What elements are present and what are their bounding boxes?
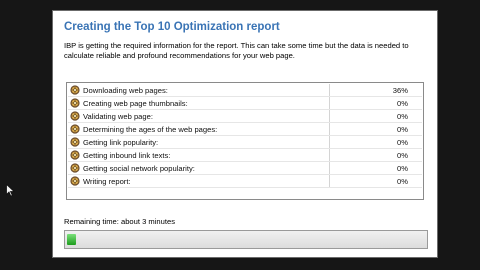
task-row: Validating web page: 0% (68, 110, 422, 123)
gear-icon (70, 124, 80, 134)
remaining-time-label: Remaining time: about 3 minutes (64, 217, 176, 226)
mouse-pointer-icon (6, 184, 15, 197)
task-label: Creating web page thumbnails: (83, 99, 188, 108)
task-row: Downloading web pages: 36% (68, 84, 422, 97)
progress-bar-fill (67, 234, 76, 245)
task-label: Getting link popularity: (83, 138, 159, 147)
column-divider (329, 136, 330, 148)
overall-progress-bar (64, 230, 428, 249)
gear-icon (70, 85, 80, 95)
column-divider (329, 149, 330, 161)
task-percent: 0% (397, 164, 408, 173)
task-label: Validating web page: (83, 112, 153, 121)
gear-icon (70, 150, 80, 160)
gear-icon (70, 111, 80, 121)
column-divider (329, 162, 330, 174)
task-percent: 36% (392, 86, 408, 95)
task-row: Creating web page thumbnails: 0% (68, 97, 422, 110)
task-percent: 0% (397, 99, 408, 108)
task-row: Getting inbound link texts: 0% (68, 149, 422, 162)
dialog-description: IBP is getting the required information … (64, 41, 409, 60)
column-divider (329, 97, 330, 109)
task-row: Determining the ages of the web pages: 0… (68, 123, 422, 136)
dialog-title: Creating the Top 10 Optimization report (64, 21, 280, 33)
task-row: Getting social network popularity: 0% (68, 162, 422, 175)
report-progress-dialog: Creating the Top 10 Optimization report … (52, 10, 438, 258)
column-divider (329, 175, 330, 187)
task-percent: 0% (397, 125, 408, 134)
task-row: Getting link popularity: 0% (68, 136, 422, 149)
task-label: Downloading web pages: (83, 86, 168, 95)
task-percent: 0% (397, 151, 408, 160)
task-label: Writing report: (83, 177, 131, 186)
column-divider (329, 84, 330, 96)
task-list: Downloading web pages: 36% Creating web … (66, 82, 424, 200)
task-percent: 0% (397, 177, 408, 186)
task-label: Getting inbound link texts: (83, 151, 171, 160)
column-divider (329, 110, 330, 122)
task-percent: 0% (397, 112, 408, 121)
task-percent: 0% (397, 138, 408, 147)
gear-icon (70, 163, 80, 173)
task-label: Determining the ages of the web pages: (83, 125, 218, 134)
column-divider (329, 123, 330, 135)
task-label: Getting social network popularity: (83, 164, 195, 173)
gear-icon (70, 98, 80, 108)
gear-icon (70, 137, 80, 147)
task-row: Writing report: 0% (68, 175, 422, 188)
gear-icon (70, 176, 80, 186)
